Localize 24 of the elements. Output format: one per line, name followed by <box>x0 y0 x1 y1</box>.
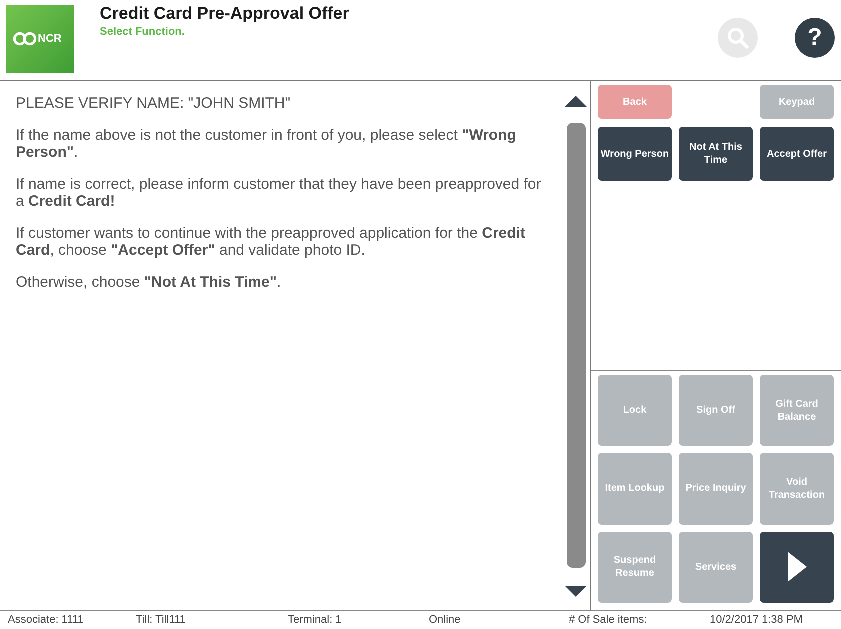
play-triangle-icon <box>788 552 806 582</box>
help-button[interactable]: ? <box>795 18 835 58</box>
status-text: # Of Sale items: <box>569 613 648 627</box>
status-text: Till: Till111 <box>136 613 187 627</box>
instruction-text: If customer wants to continue with the preapproved application for the Credit Card, choose "Accept Offer" and validate photo ID. <box>16 225 526 259</box>
rings-icon <box>13 32 37 46</box>
instruction-text: PLEASE VERIFY NAME: "JOHN SMITH" <box>16 95 292 112</box>
status-text: 10/2/2017 1:38 PM <box>710 613 804 627</box>
instruction-text: If name is correct, please inform customer that they have been preapproved for a Credit Card! <box>16 176 542 210</box>
offer-button[interactable]: Accept Offer <box>760 127 834 181</box>
scrollbar-thumb[interactable] <box>566 123 586 568</box>
instruction-text: Otherwise, choose "Not At This Time". <box>16 274 282 291</box>
instruction-text: If the name above is not the customer in front of you, please select "Wrong Person". <box>16 127 518 161</box>
offer-button[interactable]: Wrong Person <box>598 127 672 181</box>
screen-title: Credit Card Pre-Approval Offer <box>100 3 350 24</box>
screen-subtitle: Select Function. <box>100 25 186 39</box>
next-page-button[interactable] <box>760 532 834 603</box>
status-text: Associate: 1111 <box>7 613 85 627</box>
status-text: Online <box>429 613 462 627</box>
logo-text: NCR <box>38 33 62 45</box>
status-text: Terminal: 1 <box>288 613 343 627</box>
scroll-down-button[interactable] <box>565 586 587 597</box>
offer-button[interactable]: Not At This Time <box>679 127 753 181</box>
scroll-up-button[interactable] <box>565 96 587 107</box>
